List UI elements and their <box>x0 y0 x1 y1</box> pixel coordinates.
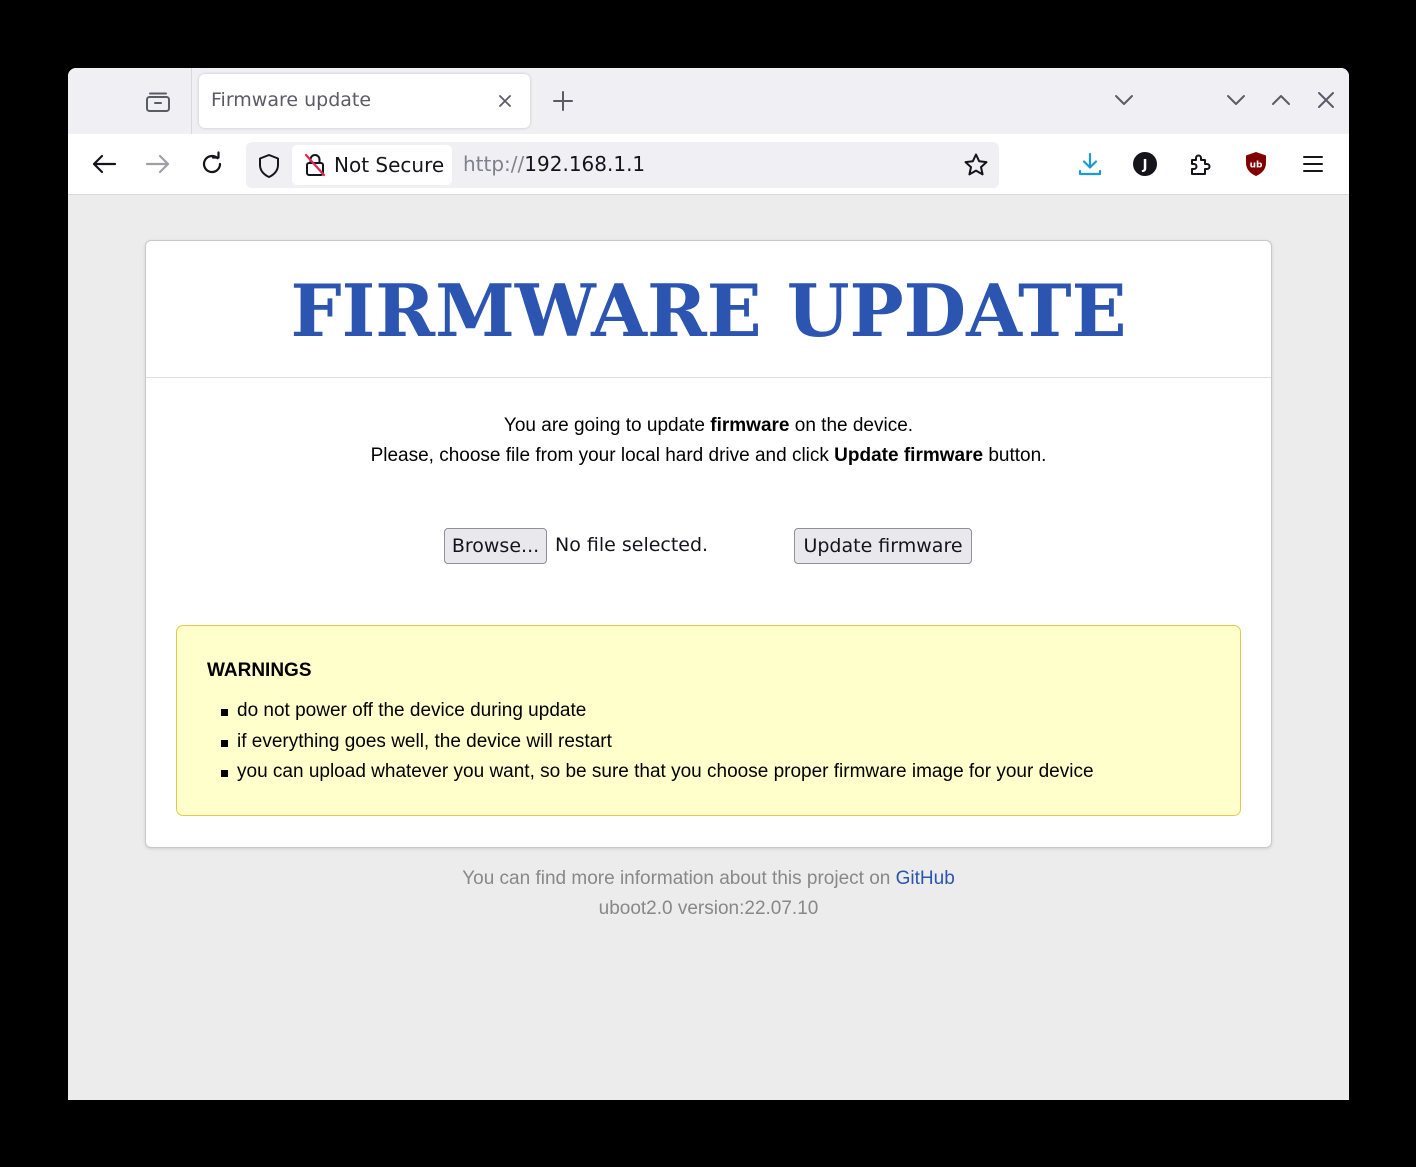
url-bar[interactable]: Not Secure http://192.168.1.1 <box>246 142 999 188</box>
warnings-box: WARNINGS do not power off the device dur… <box>176 625 1241 816</box>
broken-lock-icon <box>304 153 326 177</box>
intro-update-bold: Update firmware <box>834 445 984 466</box>
maximize-chevron-icon[interactable] <box>1269 88 1293 112</box>
url-scheme: http:// <box>463 152 525 176</box>
minimize-chevron-icon[interactable] <box>1224 88 1248 112</box>
close-icon[interactable] <box>494 90 516 112</box>
url-text[interactable]: http://192.168.1.1 <box>463 152 645 176</box>
tab-strip: Firmware update <box>68 68 1349 134</box>
warnings-title: WARNINGS <box>207 660 312 681</box>
intro-text: You are going to update firmware on the … <box>146 411 1271 471</box>
url-host: 192.168.1.1 <box>524 152 646 176</box>
warning-item: do not power off the device during updat… <box>207 696 1094 727</box>
warning-item: you can upload whatever you want, so be … <box>207 757 1094 788</box>
page-title: FIRMWARE UPDATE <box>290 268 1127 353</box>
bookmark-star-icon[interactable] <box>963 152 989 178</box>
hamburger-menu-icon[interactable] <box>1297 148 1329 180</box>
site-security-button[interactable]: Not Secure <box>292 145 452 185</box>
account-avatar[interactable]: J <box>1129 148 1161 180</box>
panel-header: FIRMWARE UPDATE <box>146 241 1271 378</box>
navigation-bar: Not Secure http://192.168.1.1 J ub <box>68 134 1349 195</box>
tab-overview-icon[interactable] <box>142 88 174 116</box>
tab-firmware-update[interactable]: Firmware update <box>199 74 530 128</box>
warning-item: if everything goes well, the device will… <box>207 727 1094 758</box>
tab-separator <box>191 68 192 134</box>
intro-firmware-bold: firmware <box>710 415 790 436</box>
chevron-down-icon[interactable] <box>1112 88 1136 112</box>
window-close-icon[interactable] <box>1314 88 1338 112</box>
github-link[interactable]: GitHub <box>896 868 955 889</box>
not-secure-label: Not Secure <box>334 153 445 177</box>
page-footer: You can find more information about this… <box>68 864 1349 924</box>
intro-line-2: Please, choose file from your local hard… <box>370 445 1047 466</box>
extensions-puzzle-icon[interactable] <box>1184 148 1216 180</box>
file-status-text: No file selected. <box>555 534 709 556</box>
account-initial: J <box>1142 158 1148 173</box>
version-text: uboot2.0 version:22.07.10 <box>598 898 819 919</box>
intro-line-1: You are going to update firmware on the … <box>503 415 914 436</box>
browser-window: Firmware update Not Secure http://192.16… <box>68 68 1349 1100</box>
shield-icon[interactable] <box>256 153 282 179</box>
warnings-list: do not power off the device during updat… <box>207 696 1094 788</box>
new-tab-plus-icon[interactable] <box>549 87 577 115</box>
reload-icon[interactable] <box>197 149 227 179</box>
browse-button[interactable]: Browse... <box>444 528 547 564</box>
firmware-update-panel: FIRMWARE UPDATE You are going to update … <box>145 240 1272 848</box>
tab-title: Firmware update <box>211 89 372 111</box>
upload-form: Browse... No file selected. Update firmw… <box>146 528 1271 566</box>
svg-text:ub: ub <box>1250 161 1263 171</box>
back-arrow-icon[interactable] <box>89 149 119 179</box>
downloads-icon[interactable] <box>1074 148 1106 180</box>
ublock-origin-icon[interactable]: ub <box>1240 148 1272 180</box>
footer-info-line: You can find more information about this… <box>462 868 955 889</box>
update-firmware-button[interactable]: Update firmware <box>794 528 972 564</box>
forward-arrow-icon[interactable] <box>143 149 173 179</box>
